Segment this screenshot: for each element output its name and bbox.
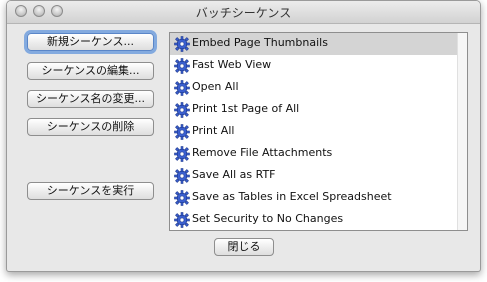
sequence-list-item[interactable]: Save as Tables in Excel Spreadsheet xyxy=(170,187,458,209)
gear-icon xyxy=(174,212,190,228)
gear-icon xyxy=(174,146,190,162)
sequence-list-item-label: Remove File Attachments xyxy=(192,146,333,159)
sequence-list-item[interactable]: Set Security to No Changes xyxy=(170,209,458,230)
gear-icon xyxy=(174,190,190,206)
gear-icon xyxy=(174,58,190,74)
sequence-list-item[interactable]: Fast Web View xyxy=(170,55,458,77)
gear-icon xyxy=(174,80,190,96)
gear-icon xyxy=(174,124,190,140)
edit-sequence-button[interactable]: シーケンスの編集... xyxy=(27,62,154,80)
sequence-list-item-label: Save All as RTF xyxy=(192,168,276,181)
sequence-list-item-label: Save as Tables in Excel Spreadsheet xyxy=(192,190,392,203)
title-bar: バッチシーケンス xyxy=(7,1,480,24)
sequence-list-item[interactable]: Print All xyxy=(170,121,458,143)
sequence-list-item-label: Fast Web View xyxy=(192,58,272,71)
gear-icon xyxy=(174,36,190,52)
vertical-scrollbar[interactable] xyxy=(457,33,467,230)
gear-icon xyxy=(174,102,190,118)
sequence-list-item-label: Set Security to No Changes xyxy=(192,212,344,225)
window-title: バッチシーケンス xyxy=(195,6,292,20)
close-button[interactable]: 閉じる xyxy=(214,238,274,256)
sequence-list-item[interactable]: Open All xyxy=(170,77,458,99)
gear-icon xyxy=(174,168,190,184)
sequence-list-item-label: Print All xyxy=(192,124,235,137)
run-sequence-button[interactable]: シーケンスを実行 xyxy=(27,182,154,200)
new-sequence-button[interactable]: 新規シーケンス... xyxy=(27,33,154,51)
sequence-list-item-label: Print 1st Page of All xyxy=(192,102,300,115)
sequence-list-item[interactable]: Remove File Attachments xyxy=(170,143,458,165)
sequence-list-item[interactable]: Save All as RTF xyxy=(170,165,458,187)
delete-sequence-button[interactable]: シーケンスの削除 xyxy=(27,118,154,136)
sequence-list-item-label: Embed Page Thumbnails xyxy=(192,36,328,49)
sequence-list-item[interactable]: Embed Page Thumbnails xyxy=(170,33,458,55)
sequence-list-item[interactable]: Print 1st Page of All xyxy=(170,99,458,121)
sequence-list-item-label: Open All xyxy=(192,80,239,93)
rename-sequence-button[interactable]: シーケンス名の変更... xyxy=(27,90,154,108)
sequence-list[interactable]: Embed Page Thumbnails Fast Web View Open A… xyxy=(169,32,468,231)
batch-sequences-dialog: バッチシーケンス 新規シーケンス... シーケンスの編集... シーケンス名の変… xyxy=(6,0,481,272)
